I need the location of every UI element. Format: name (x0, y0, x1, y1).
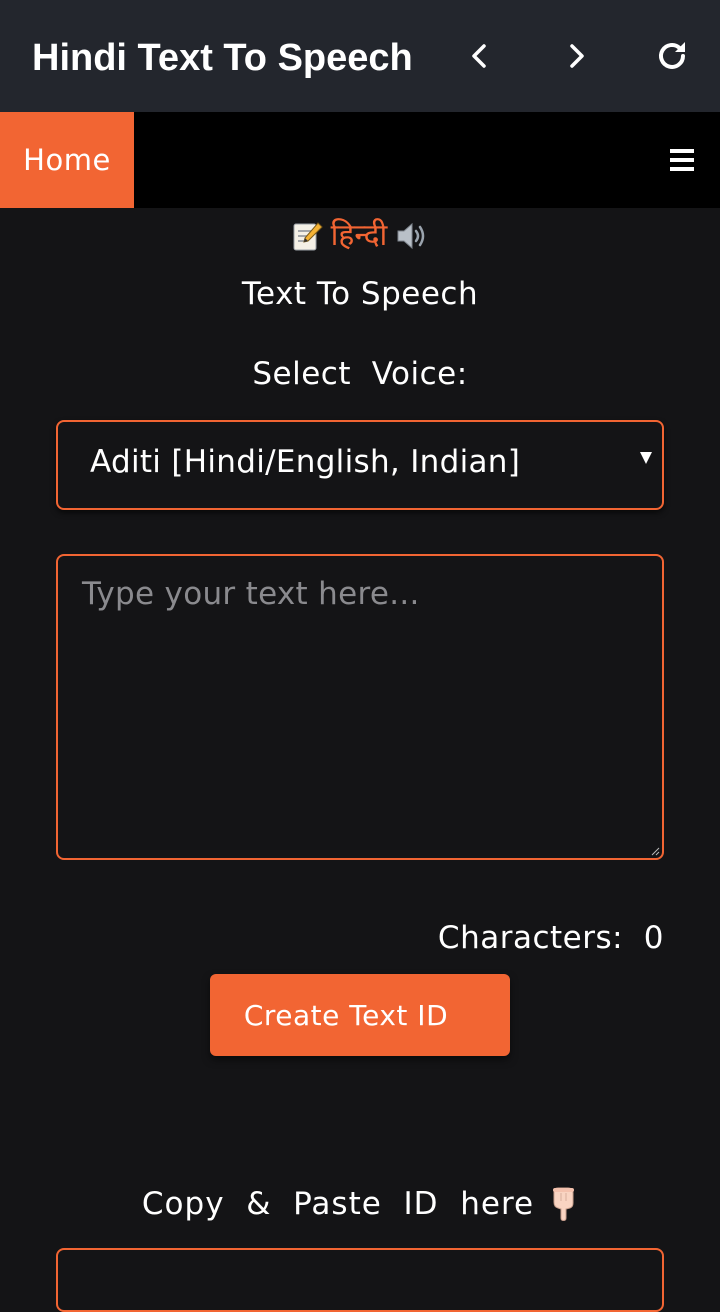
resize-grip-icon[interactable] (650, 846, 660, 856)
refresh-button[interactable] (644, 28, 700, 84)
copy-paste-row: Copy & Paste ID here (0, 1180, 720, 1228)
hamburger-icon-line (670, 167, 694, 171)
nav-home-tab[interactable]: Home (0, 112, 134, 208)
create-text-id-button[interactable]: Create Text ID (210, 974, 510, 1056)
select-voice-label: Select Voice: (252, 356, 468, 392)
chevron-right-icon (570, 44, 584, 68)
text-input-area[interactable]: Type your text here... (56, 554, 664, 860)
hamburger-icon-line (670, 149, 694, 153)
nav-bar: Home (0, 112, 720, 208)
app-bar: Hindi Text To Speech (0, 0, 720, 112)
voice-select[interactable]: Aditi [Hindi/English, Indian] (56, 420, 664, 510)
hindi-brand-text: हिन्दी (330, 218, 388, 253)
hamburger-menu-button[interactable] (670, 142, 698, 178)
character-count: Characters: 0 (437, 920, 664, 956)
page-heading: Text To Speech (241, 276, 479, 312)
paste-id-input[interactable] (56, 1248, 664, 1312)
dropdown-caret-icon (640, 452, 652, 464)
voice-select-value: Aditi [Hindi/English, Indian] (90, 444, 521, 480)
hamburger-icon-line (670, 158, 694, 162)
speaker-icon (397, 222, 425, 250)
chevron-left-icon (472, 44, 486, 68)
pointing-down-hand-icon (553, 1187, 575, 1221)
app-title: Hindi Text To Speech (32, 37, 413, 79)
back-button[interactable] (452, 28, 508, 84)
copy-paste-label: Copy & Paste ID here (141, 1186, 535, 1222)
memo-icon (293, 222, 323, 251)
forward-button[interactable] (548, 28, 604, 84)
refresh-icon (659, 42, 685, 69)
brand-row: हिन्दी (0, 214, 720, 258)
text-input-placeholder: Type your text here... (82, 576, 420, 612)
